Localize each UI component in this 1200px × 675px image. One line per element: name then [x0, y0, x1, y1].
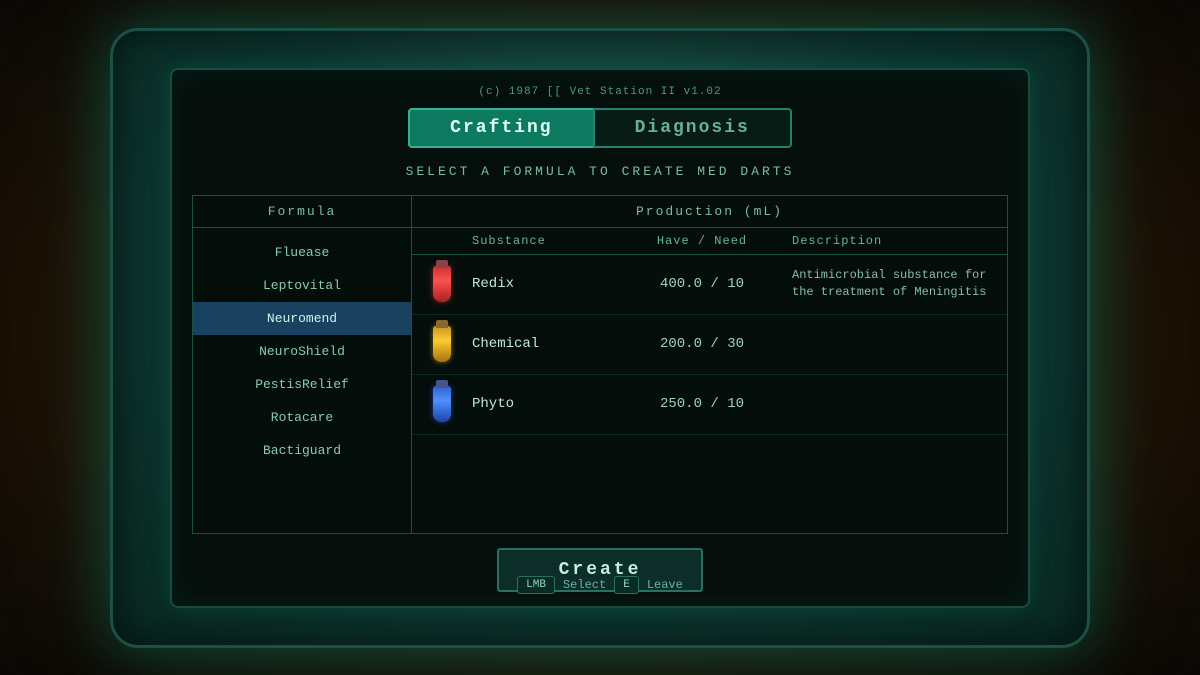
- tab-crafting[interactable]: Crafting: [408, 108, 592, 148]
- key-e: E: [614, 576, 639, 594]
- col-substance-header: Substance: [412, 234, 632, 248]
- substance-name-redix: Redix: [472, 276, 632, 292]
- substance-row-chemical: Chemical 200.0 / 30: [412, 315, 1007, 375]
- subtitle-text: SELECT A FORMULA TO CREATE MED DARTS: [406, 164, 795, 179]
- formula-list: Fluease Leptovital Neuromend NeuroShield…: [193, 228, 411, 533]
- monitor-screen: (c) 1987 [[ Vet Station II v1.02 Craftin…: [170, 68, 1030, 608]
- key-lmb: LMB: [517, 576, 555, 594]
- substance-icon-redix: [412, 266, 472, 302]
- substance-icon-chemical: [412, 326, 472, 362]
- substance-amount-phyto: 250.0 / 10: [632, 396, 772, 412]
- vial-yellow-icon: [433, 326, 451, 362]
- col-have-need-header: Have / Need: [632, 234, 772, 248]
- substance-row-redix: Redix 400.0 / 10 Antimicrobial substance…: [412, 255, 1007, 315]
- key-lmb-label: Select: [563, 578, 606, 592]
- substance-row-phyto: Phyto 250.0 / 10: [412, 375, 1007, 435]
- formula-panel: Formula Fluease Leptovital Neuromend Neu…: [192, 195, 412, 534]
- formula-item-leptovital[interactable]: Leptovital: [193, 269, 411, 302]
- formula-item-fluease[interactable]: Fluease: [193, 236, 411, 269]
- formula-item-pestisrelief[interactable]: PestisRelief: [193, 368, 411, 401]
- substance-desc-redix: Antimicrobial substance for the treatmen…: [772, 267, 1007, 301]
- formula-header: Formula: [193, 196, 411, 228]
- substance-name-chemical: Chemical: [472, 336, 632, 352]
- vial-blue-icon: [433, 386, 451, 422]
- formula-item-neuromend[interactable]: Neuromend: [193, 302, 411, 335]
- substance-amount-redix: 400.0 / 10: [632, 276, 772, 292]
- hotkeys-bar: LMB Select E Leave: [517, 576, 683, 594]
- vial-red-icon: [433, 266, 451, 302]
- formula-item-rotacare[interactable]: Rotacare: [193, 401, 411, 434]
- col-description-header: Description: [772, 234, 1007, 248]
- tab-diagnosis[interactable]: Diagnosis: [593, 108, 792, 148]
- tabs-row: Crafting Diagnosis: [408, 108, 792, 148]
- monitor-outer: (c) 1987 [[ Vet Station II v1.02 Craftin…: [110, 28, 1090, 648]
- main-content: Formula Fluease Leptovital Neuromend Neu…: [192, 195, 1008, 534]
- formula-item-bactiguard[interactable]: Bactiguard: [193, 434, 411, 467]
- production-header: Production (mL): [412, 196, 1007, 228]
- formula-item-neuroshield[interactable]: NeuroShield: [193, 335, 411, 368]
- production-subheader: Substance Have / Need Description: [412, 228, 1007, 255]
- substance-rows: Redix 400.0 / 10 Antimicrobial substance…: [412, 255, 1007, 533]
- production-panel: Production (mL) Substance Have / Need De…: [412, 195, 1008, 534]
- substance-icon-phyto: [412, 386, 472, 422]
- substance-amount-chemical: 200.0 / 30: [632, 336, 772, 352]
- key-e-label: Leave: [647, 578, 683, 592]
- copyright-text: (c) 1987 [[ Vet Station II v1.02: [478, 86, 721, 98]
- substance-name-phyto: Phyto: [472, 396, 632, 412]
